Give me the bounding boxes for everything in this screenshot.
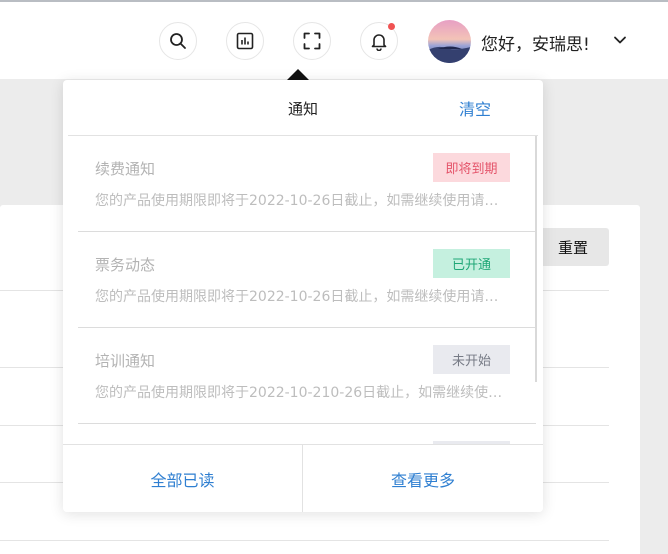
notification-list[interactable]: 续费通知 即将到期 您的产品使用期限即将于2022-10-26日截止，如需继续使… xyxy=(68,136,538,444)
clear-button[interactable]: 清空 xyxy=(459,96,491,120)
chart-button[interactable] xyxy=(226,22,264,60)
notification-title: 票务动态 xyxy=(95,256,156,274)
top-bar: 您好，安瑞思! xyxy=(0,0,668,79)
notification-dot xyxy=(388,23,395,30)
list-item[interactable] xyxy=(73,424,531,444)
notification-desc: 您的产品使用期限即将于2022-10-26日截止，如需继续使用请及时续费 xyxy=(95,193,505,209)
table-row-divider xyxy=(0,540,609,541)
chevron-down-icon[interactable] xyxy=(613,35,627,45)
status-badge: 未开始 xyxy=(433,345,510,374)
notification-desc: 您的产品使用期限即将于2022-10-26日截止，如需继续使用请及时续费 xyxy=(95,289,505,305)
status-badge: 即将到期 xyxy=(433,153,510,182)
scrollbar[interactable] xyxy=(535,136,537,382)
notification-button[interactable] xyxy=(360,22,398,60)
notification-panel: 通知 清空 续费通知 即将到期 您的产品使用期限即将于2022-10-26日截止… xyxy=(63,80,543,512)
mark-all-read-button[interactable]: 全部已读 xyxy=(63,445,302,512)
search-button[interactable] xyxy=(159,22,197,60)
dropdown-caret xyxy=(287,69,309,80)
user-greeting[interactable]: 您好，安瑞思! xyxy=(481,30,590,55)
reset-button[interactable]: 重置 xyxy=(537,228,609,266)
notification-title: 续费通知 xyxy=(95,160,156,178)
panel-footer: 全部已读 查看更多 xyxy=(63,444,543,512)
notification-title: 培训通知 xyxy=(95,352,156,370)
fullscreen-button[interactable] xyxy=(293,22,331,60)
status-badge: 已开通 xyxy=(433,249,510,278)
list-item[interactable]: 培训通知 未开始 您的产品使用期限即将于2022-10-210-26日截止，如需… xyxy=(73,328,536,424)
search-icon xyxy=(170,33,186,49)
chart-icon xyxy=(236,32,254,50)
avatar[interactable] xyxy=(428,20,471,63)
list-item[interactable]: 续费通知 即将到期 您的产品使用期限即将于2022-10-26日截止，如需继续使… xyxy=(73,136,536,232)
view-more-button[interactable]: 查看更多 xyxy=(303,445,543,512)
notification-desc: 您的产品使用期限即将于2022-10-210-26日截止，如需继续使用请及时续费 xyxy=(95,385,505,401)
list-item[interactable]: 票务动态 已开通 您的产品使用期限即将于2022-10-26日截止，如需继续使用… xyxy=(73,232,536,328)
bell-icon xyxy=(371,33,387,51)
fullscreen-icon xyxy=(303,32,321,50)
avatar-image xyxy=(428,20,471,63)
